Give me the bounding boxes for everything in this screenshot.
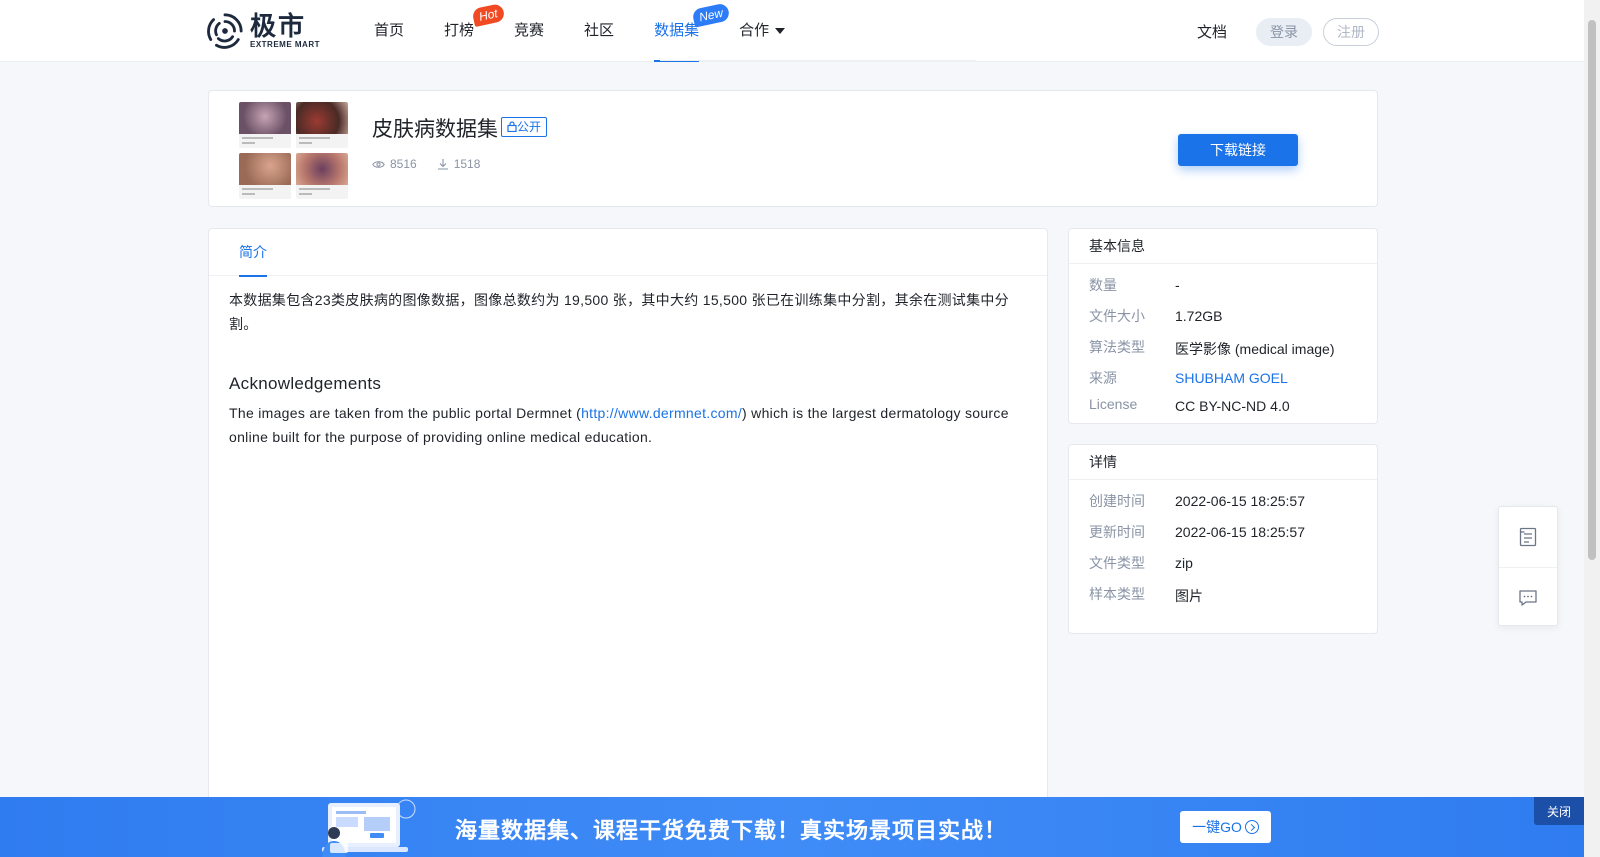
download-link-button[interactable]: 下载链接 bbox=[1178, 134, 1298, 166]
views-stat: 8516 bbox=[372, 157, 417, 171]
detail-value: 2022-06-15 18:25:57 bbox=[1175, 493, 1305, 509]
document-icon bbox=[1519, 527, 1537, 547]
tab-intro[interactable]: 简介 bbox=[239, 229, 267, 277]
thumbnail-image bbox=[296, 102, 348, 148]
eye-icon bbox=[372, 160, 385, 168]
logo[interactable]: 极市 EXTREME MART bbox=[206, 12, 320, 50]
nav-leaderboard-label: 打榜 bbox=[444, 22, 475, 39]
thumbnail-image bbox=[296, 153, 348, 199]
caret-down-icon bbox=[775, 28, 786, 35]
info-row-license: License CC BY-NC-ND 4.0 bbox=[1069, 390, 1377, 421]
basic-info-title: 基本信息 bbox=[1069, 229, 1377, 264]
main-nav: 首页 打榜 Hot 竞赛 社区 数据集 New 合作 bbox=[374, 0, 825, 62]
dataset-header-card: 皮肤病数据集 公开 8516 1518 下载链接 bbox=[208, 90, 1378, 207]
nav-home[interactable]: 首页 bbox=[374, 0, 404, 62]
detail-row-created: 创建时间 2022-06-15 18:25:57 bbox=[1069, 485, 1377, 516]
nav-community[interactable]: 社区 bbox=[584, 0, 614, 62]
document-tool-button[interactable] bbox=[1499, 507, 1557, 567]
details-panel: 详情 创建时间 2022-06-15 18:25:57 更新时间 2022-06-1… bbox=[1068, 444, 1378, 634]
detail-row-filetype: 文件类型 zip bbox=[1069, 547, 1377, 578]
page-scrollbar[interactable] bbox=[1584, 0, 1600, 857]
source-link[interactable]: SHUBHAM GOEL bbox=[1175, 370, 1288, 386]
nav-competition[interactable]: 竞赛 bbox=[514, 0, 544, 62]
scrollbar-thumb[interactable] bbox=[1588, 20, 1596, 560]
details-title: 详情 bbox=[1069, 445, 1377, 480]
info-row-count: 数量 - bbox=[1069, 269, 1377, 300]
nav-competition-label: 竞赛 bbox=[514, 22, 545, 39]
detail-value: 图片 bbox=[1175, 588, 1203, 604]
dataset-stats: 8516 1518 bbox=[372, 157, 500, 171]
logo-text-en: EXTREME MART bbox=[250, 40, 320, 49]
info-key: 来源 bbox=[1089, 370, 1117, 386]
info-key: 文件大小 bbox=[1089, 308, 1145, 324]
info-row-size: 文件大小 1.72GB bbox=[1069, 300, 1377, 331]
visibility-tag: 公开 bbox=[501, 117, 548, 137]
visibility-label: 公开 bbox=[517, 120, 542, 134]
chat-icon bbox=[1519, 589, 1537, 606]
views-count: 8516 bbox=[390, 157, 417, 171]
dataset-thumbnails[interactable] bbox=[239, 102, 349, 200]
dataset-content-panel: 简介 本数据集包含23类皮肤病的图像数据，图像总数约为 19,500 张，其中大… bbox=[208, 228, 1048, 857]
detail-key: 创建时间 bbox=[1089, 493, 1145, 509]
info-value: - bbox=[1175, 277, 1180, 293]
lock-icon bbox=[507, 121, 517, 133]
info-value: 医学影像 (medical image) bbox=[1175, 341, 1335, 357]
basic-info-panel: 基本信息 数量 - 文件大小 1.72GB 算法类型 医学影像 (medical im… bbox=[1068, 228, 1378, 424]
info-value: CC BY-NC-ND 4.0 bbox=[1175, 398, 1290, 414]
nav-leaderboard[interactable]: 打榜 Hot bbox=[444, 0, 506, 62]
info-value: 1.72GB bbox=[1175, 308, 1223, 324]
promo-banner[interactable]: 海量数据集、课程干货免费下载！真实场景项目实战！ 一键GO 关闭 bbox=[0, 797, 1584, 857]
go-button[interactable]: 一键GO bbox=[1180, 811, 1271, 843]
detail-key: 更新时间 bbox=[1089, 524, 1145, 540]
nav-home-label: 首页 bbox=[374, 22, 405, 39]
top-header: 极市 EXTREME MART 首页 打榜 Hot 竞赛 社区 数据集 New … bbox=[0, 0, 1584, 62]
new-badge: New bbox=[691, 2, 731, 28]
nav-datasets-label: 数据集 bbox=[654, 22, 700, 39]
content-tabs: 简介 bbox=[209, 229, 1047, 277]
info-key: 算法类型 bbox=[1089, 339, 1145, 355]
acknowledgements-text: The images are taken from the public por… bbox=[229, 401, 1029, 449]
feedback-tool-button[interactable] bbox=[1499, 567, 1557, 627]
floating-toolbar bbox=[1498, 506, 1558, 626]
hot-badge: Hot bbox=[471, 3, 506, 27]
downloads-count: 1518 bbox=[453, 157, 481, 171]
dermnet-link[interactable]: http://www.dermnet.com/ bbox=[581, 405, 742, 421]
banner-illustration bbox=[322, 799, 416, 857]
info-row-algorithm: 算法类型 医学影像 (medical image) bbox=[1069, 331, 1377, 362]
intro-text: 本数据集包含23类皮肤病的图像数据，图像总数约为 19,500 张，其中大约 1… bbox=[229, 292, 1009, 332]
detail-row-updated: 更新时间 2022-06-15 18:25:57 bbox=[1069, 516, 1377, 547]
info-key: License bbox=[1089, 396, 1138, 412]
close-banner-button[interactable]: 关闭 bbox=[1534, 797, 1584, 825]
nav-divider bbox=[660, 60, 976, 61]
banner-text: 海量数据集、课程干货免费下载！真实场景项目实战！ bbox=[455, 818, 1008, 843]
downloads-stat: 1518 bbox=[437, 157, 481, 171]
info-key: 数量 bbox=[1089, 277, 1117, 293]
login-button[interactable]: 登录 bbox=[1256, 18, 1312, 46]
thumbnail-image bbox=[239, 153, 291, 199]
info-row-source: 来源 SHUBHAM GOEL bbox=[1069, 362, 1377, 390]
logo-text-cn: 极市 bbox=[250, 11, 307, 41]
docs-link[interactable]: 文档 bbox=[1197, 21, 1227, 42]
nav-cooperation-label: 合作 bbox=[739, 22, 770, 39]
nav-community-label: 社区 bbox=[584, 22, 615, 39]
logo-icon bbox=[207, 13, 243, 49]
download-icon bbox=[437, 159, 448, 170]
detail-value: 2022-06-15 18:25:57 bbox=[1175, 524, 1305, 540]
nav-cooperation[interactable]: 合作 bbox=[739, 0, 786, 62]
detail-value: zip bbox=[1175, 555, 1193, 571]
detail-key: 文件类型 bbox=[1089, 555, 1145, 571]
arrow-circle-icon bbox=[1244, 820, 1259, 834]
register-button[interactable]: 注册 bbox=[1323, 18, 1379, 46]
dataset-title: 皮肤病数据集 bbox=[372, 118, 498, 141]
acknowledgements-heading: Acknowledgements bbox=[229, 374, 382, 393]
ack-text-before: The images are taken from the public por… bbox=[229, 405, 582, 421]
nav-datasets[interactable]: 数据集 New bbox=[654, 0, 731, 62]
detail-row-sampletype: 样本类型 图片 bbox=[1069, 578, 1377, 609]
detail-key: 样本类型 bbox=[1089, 586, 1145, 602]
go-button-label: 一键GO bbox=[1192, 819, 1242, 835]
thumbnail-image bbox=[239, 102, 291, 148]
